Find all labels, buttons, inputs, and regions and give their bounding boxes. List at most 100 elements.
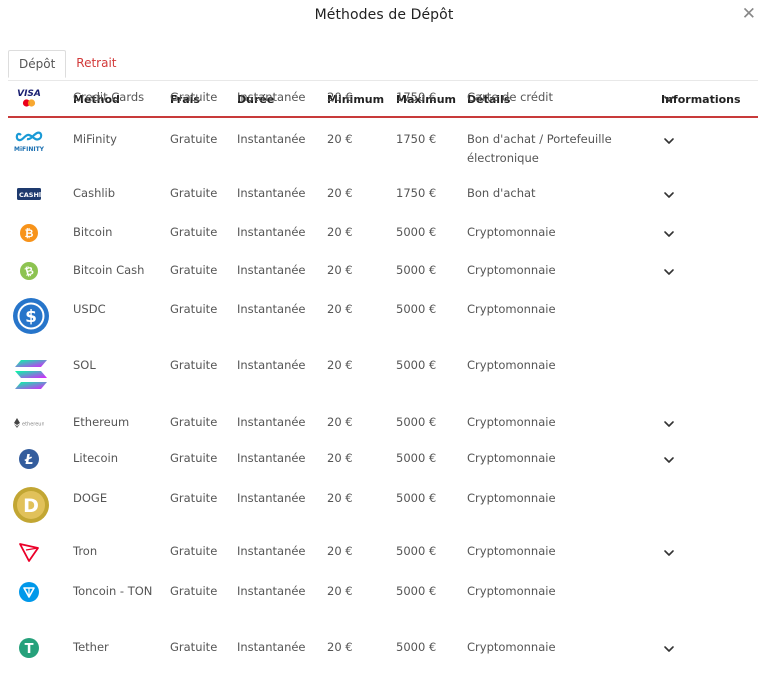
maximum-value: 1750 €	[396, 90, 437, 104]
table-row: MiFINITY MiFinity Gratuite Instantanée 20 € 1…	[8, 130, 758, 184]
duration-value: Instantanée	[237, 263, 306, 277]
fees-value: Gratuite	[170, 544, 218, 558]
duration-value: Instantanée	[237, 186, 306, 200]
details-value: Cryptomonnaie	[467, 640, 556, 654]
maximum-value: 5000 €	[396, 263, 437, 277]
usdc-icon: $	[11, 296, 51, 336]
chevron-down-icon[interactable]	[662, 133, 676, 147]
duration-value: Instantanée	[237, 132, 306, 146]
minimum-value: 20 €	[327, 415, 353, 429]
details-value: Cryptomonnaie	[467, 263, 556, 277]
method-name: Ethereum	[73, 415, 130, 429]
duration-value: Instantanée	[237, 90, 306, 104]
maximum-value: 5000 €	[396, 358, 437, 372]
table-row: D DOGE Gratuite Instantanée 20 € 5000 € Crypto…	[8, 487, 758, 542]
duration-value: Instantanée	[237, 491, 306, 505]
svg-text:T: T	[25, 642, 34, 657]
fees-value: Gratuite	[170, 415, 218, 429]
dogecoin-icon: D	[11, 485, 51, 525]
chevron-down-icon[interactable]	[662, 545, 676, 559]
chevron-down-icon[interactable]	[662, 91, 676, 105]
method-name: Tron	[73, 544, 98, 558]
fees-value: Gratuite	[170, 584, 218, 598]
chevron-down-icon[interactable]	[662, 187, 676, 201]
fees-value: Gratuite	[170, 358, 218, 372]
tab-bar: Dépôt Retrait	[8, 50, 127, 78]
svg-text:₿: ₿	[25, 227, 34, 240]
table-row: VISA Credit Cards Gratuite Instantanée 20 € 1…	[8, 88, 758, 130]
fees-value: Gratuite	[170, 132, 218, 146]
minimum-value: 20 €	[327, 90, 353, 104]
visa-mastercard-icon: VISA	[14, 83, 44, 113]
svg-text:VISA: VISA	[17, 89, 41, 99]
details-value: Cryptomonnaie	[467, 225, 556, 239]
maximum-value: 5000 €	[396, 491, 437, 505]
minimum-value: 20 €	[327, 225, 353, 239]
close-icon[interactable]: ✕	[742, 4, 756, 24]
chevron-down-icon[interactable]	[662, 641, 676, 655]
minimum-value: 20 €	[327, 358, 353, 372]
method-name: Bitcoin	[73, 225, 113, 239]
chevron-down-icon[interactable]	[662, 264, 676, 278]
fees-value: Gratuite	[170, 451, 218, 465]
method-name: USDC	[73, 302, 106, 316]
minimum-value: 20 €	[327, 544, 353, 558]
bitcoin-icon: ₿	[14, 218, 44, 248]
svg-text:Ł: Ł	[24, 453, 34, 468]
table-row: ethereum Ethereum Gratuite Instantanée 20 € 5…	[8, 413, 758, 449]
details-value: Bon d'achat	[467, 186, 536, 200]
toncoin-icon	[14, 577, 44, 607]
details-value: Cryptomonnaie	[467, 451, 556, 465]
minimum-value: 20 €	[327, 584, 353, 598]
maximum-value: 5000 €	[396, 225, 437, 239]
maximum-value: 5000 €	[396, 451, 437, 465]
fees-value: Gratuite	[170, 225, 218, 239]
modal-title: Méthodes de Dépôt	[314, 7, 454, 23]
solana-icon	[11, 354, 51, 394]
duration-value: Instantanée	[237, 451, 306, 465]
method-name: Litecoin	[73, 451, 119, 465]
details-value: Bon d'achat / Portefeuille électronique	[467, 132, 612, 165]
minimum-value: 20 €	[327, 186, 353, 200]
maximum-value: 5000 €	[396, 415, 437, 429]
details-value: Carte de crédit	[467, 90, 553, 104]
chevron-down-icon[interactable]	[662, 226, 676, 240]
duration-value: Instantanée	[237, 544, 306, 558]
maximum-value: 5000 €	[396, 640, 437, 654]
details-value: Cryptomonnaie	[467, 302, 556, 316]
tab-retrait[interactable]: Retrait	[66, 50, 126, 78]
tab-depot[interactable]: Dépôt	[8, 50, 67, 78]
minimum-value: 20 €	[327, 132, 353, 146]
table-row: $ USDC Gratuite Instantanée 20 € 5000 € Crypto…	[8, 298, 758, 356]
tron-icon	[14, 537, 44, 567]
chevron-down-icon[interactable]	[662, 416, 676, 430]
details-value: Cryptomonnaie	[467, 491, 556, 505]
maximum-value: 5000 €	[396, 302, 437, 316]
svg-text:ethereum: ethereum	[22, 422, 44, 428]
table-row: T Tether Gratuite Instantanée 20 € 5000 € Cryp…	[8, 638, 758, 668]
method-name: MiFinity	[73, 132, 117, 146]
table-row: CASHlib Cashlib Gratuite Instantanée 20 € 175…	[8, 184, 758, 223]
method-name: Cashlib	[73, 186, 116, 200]
maximum-value: 1750 €	[396, 132, 437, 146]
minimum-value: 20 €	[327, 263, 353, 277]
mifinity-icon: MiFINITY	[14, 125, 44, 155]
chevron-down-icon[interactable]	[662, 452, 676, 466]
duration-value: Instantanée	[237, 302, 306, 316]
table-row: Tron Gratuite Instantanée 20 € 5000 € Cryptom…	[8, 542, 758, 582]
ethereum-icon: ethereum	[14, 408, 44, 438]
table-row: Ł Litecoin Gratuite Instantanée 20 € 5000 € Cr…	[8, 449, 758, 489]
table-row: SOL Gratuite Instantanée 20 € 5000 € Cryptomo…	[8, 356, 758, 413]
tether-icon: T	[14, 633, 44, 663]
fees-value: Gratuite	[170, 186, 218, 200]
fees-value: Gratuite	[170, 90, 218, 104]
fees-value: Gratuite	[170, 263, 218, 277]
maximum-value: 1750 €	[396, 186, 437, 200]
minimum-value: 20 €	[327, 640, 353, 654]
details-value: Cryptomonnaie	[467, 544, 556, 558]
maximum-value: 5000 €	[396, 544, 437, 558]
method-name: Tether	[73, 640, 109, 654]
duration-value: Instantanée	[237, 415, 306, 429]
duration-value: Instantanée	[237, 358, 306, 372]
svg-text:MiFINITY: MiFINITY	[14, 146, 44, 153]
